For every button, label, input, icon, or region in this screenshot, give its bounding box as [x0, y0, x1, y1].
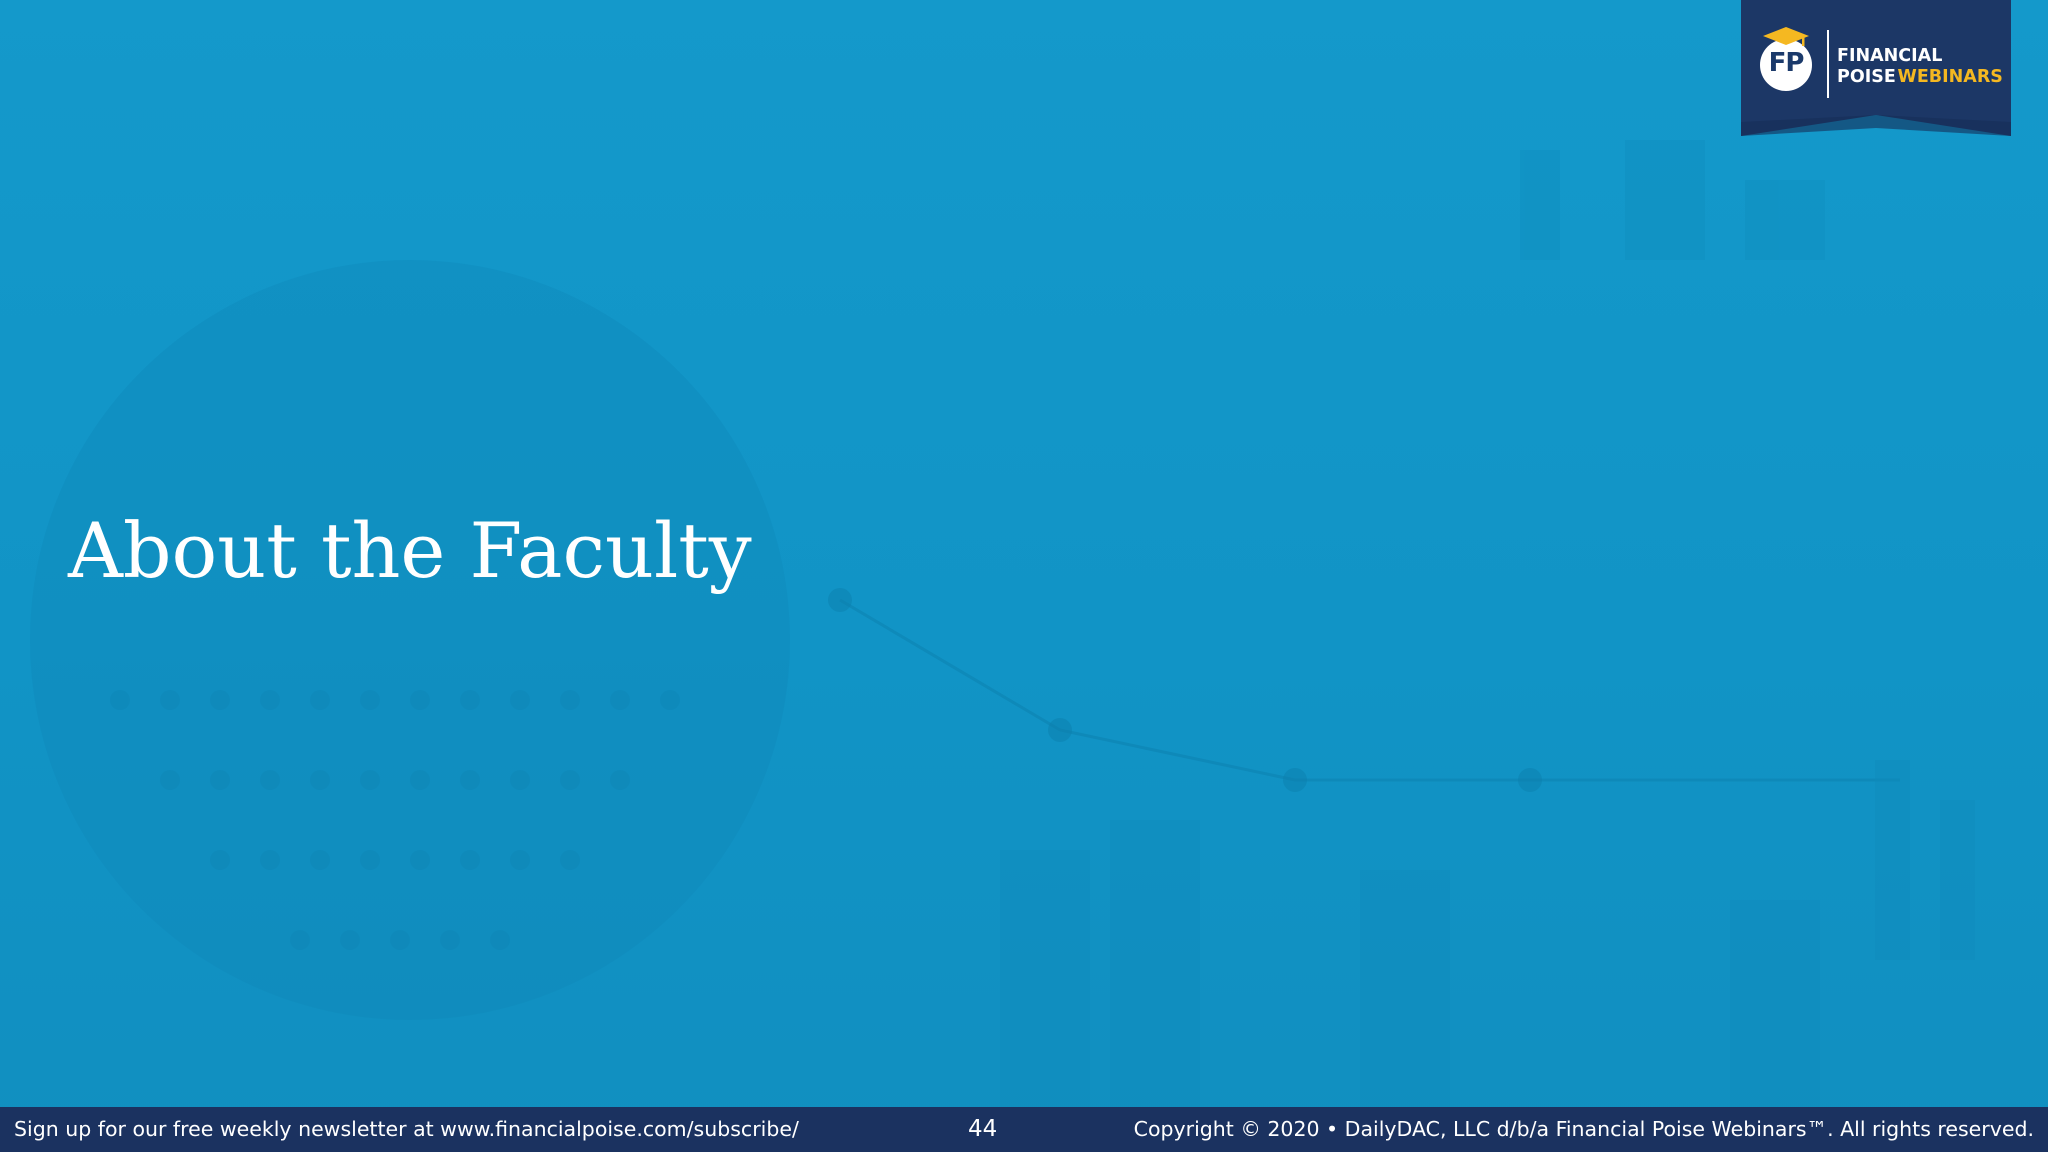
logo-wordmark: FINANCIAL POISE WEBINARS — [1825, 46, 2003, 88]
logo-word-webinars: WEBINARS — [1897, 67, 2003, 87]
footer-bar: Sign up for our free weekly newsletter a… — [0, 1107, 2048, 1152]
fp-mark-text: FP — [1768, 48, 1805, 78]
slide: About the Faculty FP FINANCIAL POISE WEB… — [0, 0, 2048, 1152]
copyright-text: Copyright © 2020 • DailyDAC, LLC d/b/a F… — [1133, 1117, 2034, 1141]
fp-mark: FP — [1755, 27, 1817, 94]
logo-line-financial: FINANCIAL — [1837, 46, 1943, 66]
financial-poise-logo: FP FINANCIAL POISE WEBINARS — [1741, 0, 2011, 140]
logo-line-poise-webinars: POISE WEBINARS — [1837, 67, 2003, 88]
logo-word-poise: POISE — [1837, 67, 1896, 87]
newsletter-signup-text: Sign up for our free weekly newsletter a… — [14, 1117, 799, 1141]
slide-title: About the Faculty — [68, 506, 752, 595]
page-number: 44 — [968, 1116, 998, 1142]
